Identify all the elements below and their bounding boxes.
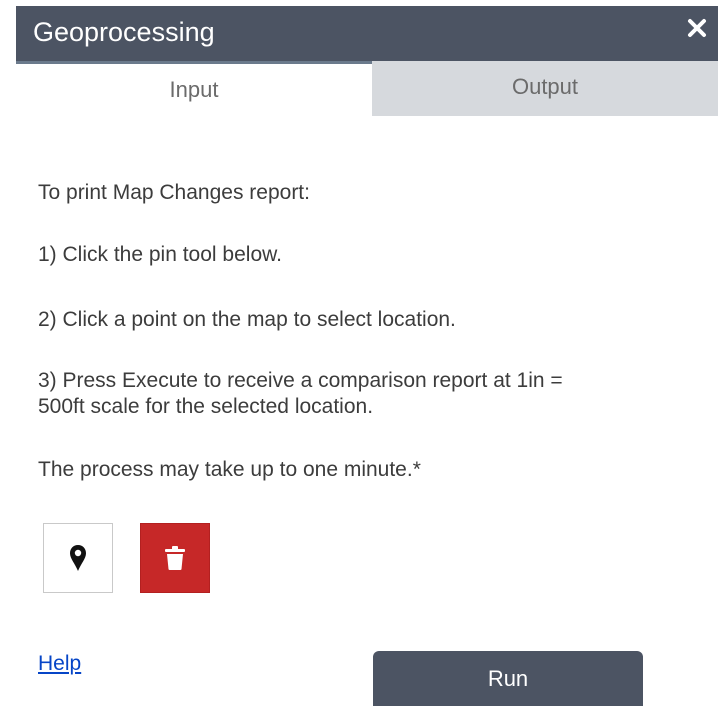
close-icon-graphic [688,19,706,37]
geoprocessing-panel: Geoprocessing Input Output To print Map … [0,0,718,706]
title-bar: Geoprocessing [16,6,718,61]
instruction-step-2: 2) Click a point on the map to select lo… [38,308,456,331]
map-pin-icon [70,545,86,571]
help-link[interactable]: Help [38,651,81,677]
panel-title: Geoprocessing [33,17,215,47]
instruction-step-1: 1) Click the pin tool below. [38,243,282,266]
run-button[interactable]: Run [373,651,643,706]
tab-output[interactable]: Output [372,61,718,116]
pin-tool-button[interactable] [43,523,113,593]
instruction-step-3-line-2: 500ft scale for the selected location. [38,395,374,418]
tab-bar: Input Output [16,61,718,116]
instruction-intro: To print Map Changes report: [38,181,310,204]
clear-button[interactable] [140,523,210,593]
tab-input[interactable]: Input [16,61,372,116]
close-icon[interactable] [684,14,710,44]
trash-icon [165,546,185,570]
instruction-step-3-line-1: 3) Press Execute to receive a comparison… [38,369,563,392]
instruction-note: The process may take up to one minute.* [38,458,421,481]
